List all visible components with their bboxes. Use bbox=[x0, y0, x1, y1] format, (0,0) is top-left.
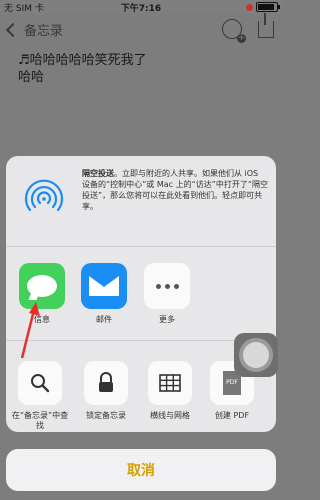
back-button[interactable]: 备忘录 bbox=[5, 20, 64, 39]
note-content[interactable]: ♬哈哈哈哈哈笑死我了 哈哈 bbox=[18, 52, 147, 86]
find-label: 在“备忘录”中查找 bbox=[11, 411, 69, 430]
app-row: 信息 邮件 更多 bbox=[6, 260, 276, 341]
more-share[interactable]: 更多 bbox=[142, 263, 192, 325]
status-right bbox=[246, 2, 280, 12]
note-line: ♬哈哈哈哈哈笑死我了 bbox=[18, 53, 147, 68]
lock-label: 锁定备忘录 bbox=[86, 411, 126, 420]
red-arrow-annotation bbox=[20, 302, 40, 359]
pdf-label: 创建 PDF bbox=[214, 411, 250, 420]
grid-label: 横线与网格 bbox=[150, 411, 190, 420]
nav-bar: 备忘录 bbox=[0, 12, 282, 44]
airdrop-title: 隔空投送 bbox=[82, 169, 114, 178]
lines-grid-action[interactable]: 横线与网格 bbox=[140, 361, 200, 421]
assistive-touch-button[interactable] bbox=[234, 333, 278, 377]
mail-icon bbox=[81, 263, 127, 309]
share-icon[interactable] bbox=[258, 12, 274, 38]
alarm-icon bbox=[246, 3, 253, 11]
more-label: 更多 bbox=[159, 315, 175, 324]
status-bar: 无 SIM 卡 下午7:16 bbox=[0, 0, 282, 14]
mail-label: 邮件 bbox=[96, 315, 112, 324]
airdrop-section[interactable]: 隔空投送。立即与附近的人共享。如果他们从 iOS 设备的“控制中心”或 Mac … bbox=[6, 156, 276, 247]
grid-icon bbox=[148, 361, 192, 405]
share-sheet: 隔空投送。立即与附近的人共享。如果他们从 iOS 设备的“控制中心”或 Mac … bbox=[6, 156, 276, 432]
find-in-notes-action[interactable]: 在“备忘录”中查找 bbox=[10, 361, 70, 431]
back-label: 备忘录 bbox=[24, 24, 64, 39]
lock-note-action[interactable]: 锁定备忘录 bbox=[76, 361, 136, 421]
note-line: 哈哈 bbox=[18, 70, 45, 85]
battery-icon bbox=[256, 2, 280, 12]
lock-icon bbox=[84, 361, 128, 405]
mail-share[interactable]: 邮件 bbox=[79, 263, 129, 325]
airdrop-icon bbox=[24, 179, 64, 212]
cancel-button[interactable]: 取消 bbox=[6, 449, 276, 491]
assistive-touch-icon bbox=[243, 342, 269, 368]
chevron-left-icon bbox=[5, 22, 21, 37]
airdrop-text: 隔空投送。立即与附近的人共享。如果他们从 iOS 设备的“控制中心”或 Mac … bbox=[82, 168, 268, 212]
add-person-icon[interactable] bbox=[222, 19, 246, 43]
status-time: 下午7:16 bbox=[120, 4, 162, 14]
search-icon bbox=[18, 361, 62, 405]
more-icon bbox=[144, 263, 190, 309]
